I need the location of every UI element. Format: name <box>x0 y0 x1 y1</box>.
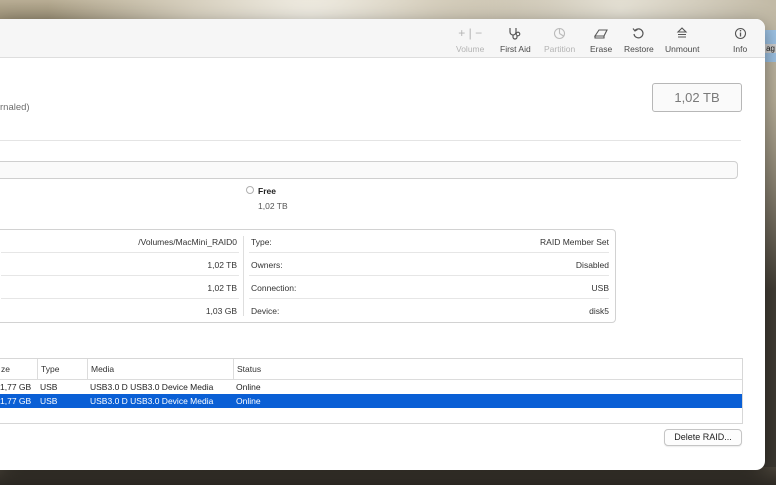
owners-value: Disabled <box>575 260 609 270</box>
table-row[interactable]: 1,77 GB USB USB3.0 D USB3.0 Device Media… <box>0 380 742 394</box>
table-row-selected[interactable]: 1,77 GB USB USB3.0 D USB3.0 Device Media… <box>0 394 742 408</box>
available-value: 1,02 TB <box>207 283 237 293</box>
column-header-media[interactable]: Media <box>87 359 233 379</box>
info-button[interactable]: Info <box>733 26 747 54</box>
info-icon <box>733 26 747 41</box>
member-media: USB3.0 D USB3.0 Device Media <box>90 396 214 406</box>
restore-label: Restore <box>624 44 654 54</box>
eraser-icon <box>590 26 612 41</box>
minus-icon: − <box>475 26 483 40</box>
stethoscope-icon <box>500 26 531 41</box>
member-status: Online <box>236 382 261 392</box>
first-aid-button[interactable]: First Aid <box>500 26 531 54</box>
info-label: Info <box>733 44 748 54</box>
erase-button[interactable]: Erase <box>590 26 612 54</box>
type-value: RAID Member Set <box>540 237 609 247</box>
type-label: Type: <box>251 237 272 247</box>
member-status: Online <box>236 396 261 406</box>
delete-raid-button[interactable]: Delete RAID... <box>664 429 742 446</box>
usage-bar <box>0 161 738 179</box>
info-row-divider <box>249 275 609 276</box>
mount-point-value: /Volumes/MacMini_RAID0 <box>138 237 237 247</box>
desktop-right-tag: ag <box>765 44 776 53</box>
eject-stack-icon <box>665 26 700 41</box>
device-value: disk5 <box>589 306 609 316</box>
unmount-button[interactable]: Unmount <box>665 26 700 54</box>
capacity-value: 1,02 TB <box>207 260 237 270</box>
table-header: ze Type Media Status <box>0 359 742 380</box>
member-size: 1,77 GB <box>0 382 32 392</box>
volume-label: Volume <box>456 44 485 54</box>
free-legend-swatch <box>246 186 254 194</box>
column-header-type[interactable]: Type <box>37 359 87 379</box>
partition-label: Partition <box>544 44 576 54</box>
device-label: Device: <box>251 306 280 316</box>
info-column-divider <box>243 236 244 316</box>
partition-pie-icon <box>544 26 575 41</box>
connection-value: USB <box>591 283 609 293</box>
volume-button[interactable]: + | − Volume <box>456 26 484 54</box>
free-legend-value: 1,02 TB <box>258 201 288 211</box>
info-row-divider <box>1 252 239 253</box>
column-header-size[interactable]: ze <box>0 359 35 379</box>
info-row-divider <box>249 298 609 299</box>
volume-subtitle: rnaled) <box>0 102 30 113</box>
toolbar: + | − Volume First Aid Partition Erase R… <box>0 19 765 58</box>
first-aid-label: First Aid <box>500 44 531 54</box>
info-row-divider <box>1 275 239 276</box>
connection-label: Connection: <box>251 283 297 293</box>
capacity-badge: 1,02 TB <box>652 83 742 112</box>
used-value: 1,03 GB <box>205 306 237 316</box>
erase-label: Erase <box>590 44 613 54</box>
restore-button[interactable]: Restore <box>624 26 654 54</box>
column-header-status[interactable]: Status <box>233 359 742 379</box>
owners-label: Owners: <box>251 260 283 270</box>
member-type: USB <box>40 382 58 392</box>
partition-button[interactable]: Partition <box>544 26 575 54</box>
member-media: USB3.0 D USB3.0 Device Media <box>90 382 214 392</box>
member-size: 1,77 GB <box>0 396 32 406</box>
unmount-label: Unmount <box>665 44 700 54</box>
info-table: /Volumes/MacMini_RAID0 1,02 TB 1,02 TB 1… <box>0 229 616 323</box>
info-row-divider <box>249 252 609 253</box>
raid-members-table: ze Type Media Status 1,77 GB USB USB3.0 … <box>0 358 743 424</box>
volume-add-remove-icon: + | − <box>458 26 483 40</box>
section-divider <box>0 140 741 141</box>
info-row-divider <box>1 298 239 299</box>
free-legend-label: Free <box>258 186 276 196</box>
plus-icon: + <box>458 26 466 40</box>
member-type: USB <box>40 396 58 406</box>
restore-arrow-icon <box>624 26 654 41</box>
disk-utility-window: + | − Volume First Aid Partition Erase R… <box>0 19 765 470</box>
